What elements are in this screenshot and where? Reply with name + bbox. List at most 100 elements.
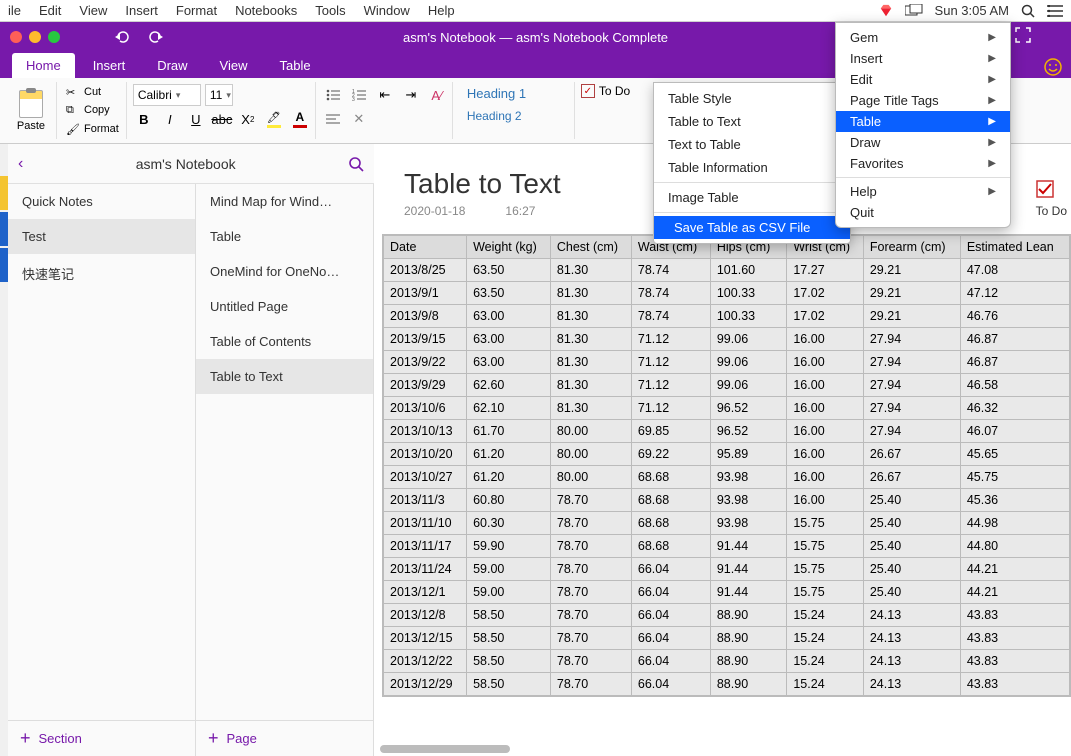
cell[interactable]: 2013/12/1	[384, 581, 467, 604]
col-header[interactable]: Weight (kg)	[467, 236, 551, 259]
italic-button[interactable]: I	[159, 108, 181, 130]
mac-menu-ile[interactable]: ile	[8, 3, 21, 18]
font-family-select[interactable]: Calibri▾	[133, 84, 201, 106]
cell[interactable]: 16.00	[787, 466, 864, 489]
cell[interactable]: 99.06	[710, 374, 787, 397]
col-header[interactable]: Date	[384, 236, 467, 259]
cell[interactable]: 80.00	[550, 443, 631, 466]
cell[interactable]: 78.74	[631, 282, 710, 305]
table-row[interactable]: 2013/8/2563.5081.3078.74101.6017.2729.21…	[384, 259, 1070, 282]
cell[interactable]: 78.70	[550, 673, 631, 696]
cell[interactable]: 58.50	[467, 650, 551, 673]
minimize-window[interactable]	[29, 31, 41, 43]
mac-menu-format[interactable]: Format	[176, 3, 217, 18]
cell[interactable]: 93.98	[710, 466, 787, 489]
cell[interactable]: 78.70	[550, 604, 631, 627]
cell[interactable]: 2013/11/10	[384, 512, 467, 535]
underline-button[interactable]: U	[185, 108, 207, 130]
cell[interactable]: 2013/8/25	[384, 259, 467, 282]
undo-icon[interactable]	[115, 30, 131, 44]
cell[interactable]: 66.04	[631, 627, 710, 650]
table-row[interactable]: 2013/9/2263.0081.3071.1299.0616.0027.944…	[384, 351, 1070, 374]
cell[interactable]: 61.70	[467, 420, 551, 443]
cell[interactable]: 16.00	[787, 374, 864, 397]
cell[interactable]: 96.52	[710, 397, 787, 420]
back-icon[interactable]: ‹	[18, 155, 23, 173]
cell[interactable]: 78.74	[631, 305, 710, 328]
cell[interactable]: 2013/12/8	[384, 604, 467, 627]
cell[interactable]: 59.00	[467, 581, 551, 604]
clear-format-button[interactable]: A⁄	[426, 84, 448, 106]
cell[interactable]: 81.30	[550, 282, 631, 305]
section-item[interactable]: Test	[8, 219, 195, 254]
cell[interactable]: 29.21	[863, 305, 960, 328]
app-menu-insert[interactable]: Insert▶	[836, 48, 1010, 69]
cell[interactable]: 43.83	[960, 627, 1069, 650]
mac-menu-window[interactable]: Window	[364, 3, 410, 18]
cell[interactable]: 45.65	[960, 443, 1069, 466]
cell[interactable]: 27.94	[863, 397, 960, 420]
cell[interactable]: 2013/10/13	[384, 420, 467, 443]
cell[interactable]: 58.50	[467, 604, 551, 627]
cell[interactable]: 71.12	[631, 397, 710, 420]
zoom-window[interactable]	[48, 31, 60, 43]
cell[interactable]: 15.24	[787, 650, 864, 673]
app-menu-help[interactable]: Help▶	[836, 181, 1010, 202]
cell[interactable]: 91.44	[710, 535, 787, 558]
section-tab-blue2[interactable]	[0, 248, 8, 282]
cell[interactable]: 25.40	[863, 489, 960, 512]
cell[interactable]: 58.50	[467, 627, 551, 650]
cell[interactable]: 16.00	[787, 489, 864, 512]
cell[interactable]: 69.22	[631, 443, 710, 466]
cell[interactable]: 17.02	[787, 282, 864, 305]
cell[interactable]: 24.13	[863, 604, 960, 627]
cell[interactable]: 93.98	[710, 512, 787, 535]
numbering-button[interactable]: 123	[348, 84, 370, 106]
cell[interactable]: 66.04	[631, 650, 710, 673]
app-menu-quit[interactable]: Quit	[836, 202, 1010, 223]
cell[interactable]: 81.30	[550, 305, 631, 328]
cell[interactable]: 15.75	[787, 558, 864, 581]
data-table[interactable]: DateWeight (kg)Chest (cm)Waist (cm)Hips …	[383, 235, 1070, 696]
cell[interactable]: 15.75	[787, 512, 864, 535]
cell[interactable]: 46.07	[960, 420, 1069, 443]
cell[interactable]: 66.04	[631, 604, 710, 627]
bold-button[interactable]: B	[133, 108, 155, 130]
cell[interactable]: 27.94	[863, 374, 960, 397]
cell[interactable]: 71.12	[631, 351, 710, 374]
cell[interactable]: 68.68	[631, 466, 710, 489]
cell[interactable]: 15.24	[787, 673, 864, 696]
clock[interactable]: Sun 3:05 AM	[935, 3, 1009, 18]
cell[interactable]: 91.44	[710, 581, 787, 604]
cell[interactable]: 61.20	[467, 443, 551, 466]
align-button[interactable]	[322, 108, 344, 130]
table-row[interactable]: 2013/12/2958.5078.7066.0488.9015.2424.13…	[384, 673, 1070, 696]
cell[interactable]: 46.76	[960, 305, 1069, 328]
app-menu-favorites[interactable]: Favorites▶	[836, 153, 1010, 174]
cell[interactable]: 95.89	[710, 443, 787, 466]
cell[interactable]: 88.90	[710, 604, 787, 627]
cell[interactable]: 58.50	[467, 673, 551, 696]
submenu-item-save-csv[interactable]: Save Table as CSV File	[654, 216, 850, 239]
bullets-button[interactable]	[322, 84, 344, 106]
cell[interactable]: 2013/9/29	[384, 374, 467, 397]
tab-draw[interactable]: Draw	[143, 53, 201, 78]
cell[interactable]: 43.83	[960, 673, 1069, 696]
cell[interactable]: 44.21	[960, 581, 1069, 604]
cell[interactable]: 81.30	[550, 374, 631, 397]
redo-icon[interactable]	[147, 30, 163, 44]
table-row[interactable]: 2013/10/1361.7080.0069.8596.5216.0027.94…	[384, 420, 1070, 443]
cell[interactable]: 25.40	[863, 581, 960, 604]
table-row[interactable]: 2013/12/2258.5078.7066.0488.9015.2424.13…	[384, 650, 1070, 673]
cell[interactable]: 29.21	[863, 282, 960, 305]
cell[interactable]: 88.90	[710, 673, 787, 696]
section-tab-yellow[interactable]	[0, 176, 8, 210]
cell[interactable]: 88.90	[710, 650, 787, 673]
section-item[interactable]: Quick Notes	[8, 184, 195, 219]
style-heading1[interactable]: Heading 1	[463, 84, 566, 103]
table-row[interactable]: 2013/11/360.8078.7068.6893.9816.0025.404…	[384, 489, 1070, 512]
search-icon[interactable]	[348, 156, 364, 172]
app-menu-page-title-tags[interactable]: Page Title Tags▶	[836, 90, 1010, 111]
cell[interactable]: 80.00	[550, 420, 631, 443]
cell[interactable]: 2013/11/3	[384, 489, 467, 512]
